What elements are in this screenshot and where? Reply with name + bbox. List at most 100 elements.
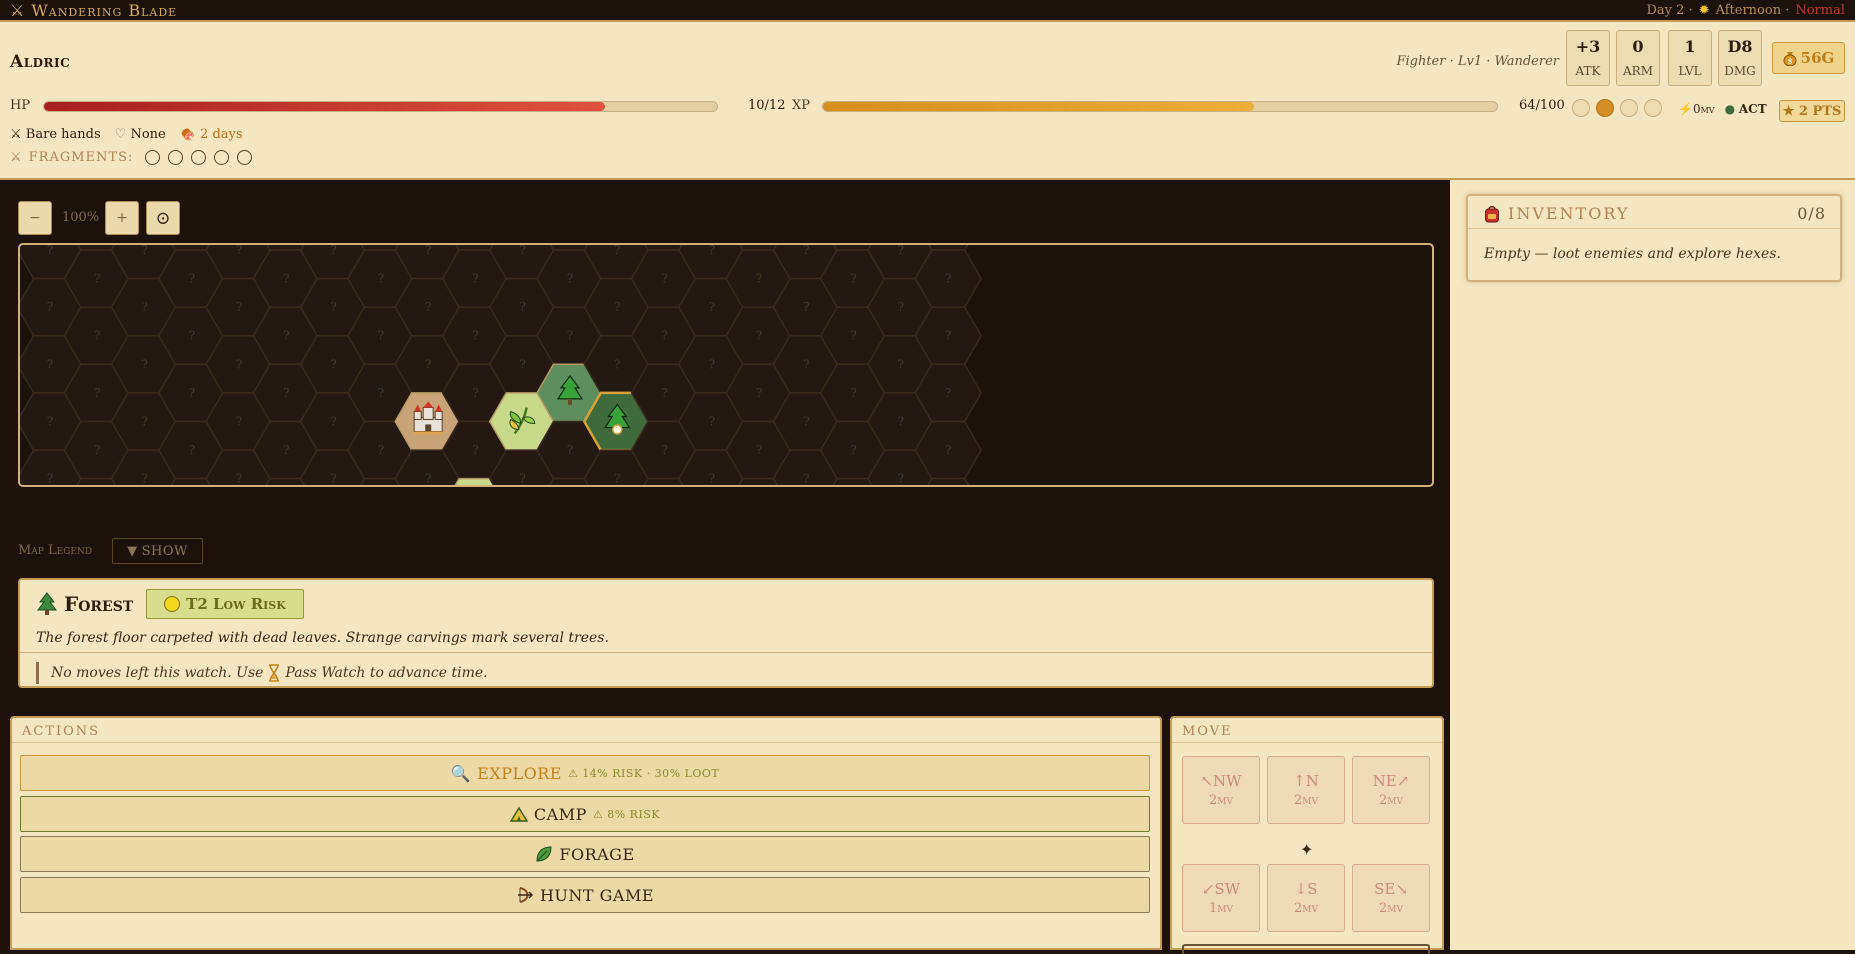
move-se-button[interactable]: SE↘ 2mv bbox=[1352, 864, 1430, 932]
unknown-hex-marker: ? bbox=[945, 386, 951, 400]
unknown-hex-marker: ? bbox=[850, 443, 856, 457]
unknown-hex-marker: ? bbox=[94, 329, 100, 343]
svg-text:$: $ bbox=[1787, 57, 1792, 66]
unknown-hex-marker: ? bbox=[378, 272, 384, 286]
watch-dot bbox=[1620, 99, 1638, 117]
unknown-hex-marker: ? bbox=[141, 414, 147, 428]
unknown-hex-marker: ? bbox=[330, 414, 336, 428]
character-panel: Aldric Fighter · Lv1 · Wanderer +3 ATK 0… bbox=[0, 20, 1855, 180]
stat-arm: 0 ARM bbox=[1616, 30, 1660, 86]
unknown-hex-marker: ? bbox=[567, 443, 573, 457]
watch-dot bbox=[1644, 99, 1662, 117]
move-sw-button[interactable]: ↙SW 1mv bbox=[1182, 864, 1260, 932]
unknown-hex-marker: ? bbox=[236, 300, 242, 314]
mv-counter: ⚡0mv bbox=[1678, 102, 1715, 116]
unknown-hex-marker: ? bbox=[283, 272, 289, 286]
unknown-hex-marker: ? bbox=[472, 443, 478, 457]
leaf-icon bbox=[536, 846, 552, 862]
camp-button[interactable]: CAMP ⚠ 8% RISK bbox=[20, 796, 1150, 832]
unknown-hex-marker: ? bbox=[330, 245, 336, 257]
map-area: − 100% + ⊙ ?????????????????????????????… bbox=[0, 180, 1450, 954]
zoom-out-button[interactable]: − bbox=[18, 201, 52, 235]
move-s-button[interactable]: ↓S 2mv bbox=[1267, 864, 1345, 932]
hp-value: 10/12 bbox=[748, 98, 786, 113]
shield-icon: ♡ bbox=[114, 127, 127, 142]
pass-watch-button[interactable] bbox=[1182, 944, 1430, 954]
unknown-hex-marker: ? bbox=[567, 272, 573, 286]
unknown-hex-marker: ? bbox=[236, 414, 242, 428]
unknown-hex-marker: ? bbox=[850, 386, 856, 400]
tent-icon bbox=[509, 806, 528, 822]
unknown-hex-marker: ? bbox=[472, 272, 478, 286]
triangle-down-icon: ▼ bbox=[127, 543, 138, 559]
magnifier-icon: 🔍 bbox=[450, 763, 472, 783]
unknown-hex-marker: ? bbox=[898, 472, 904, 485]
move-n-button[interactable]: ↑N 2mv bbox=[1267, 756, 1345, 824]
unknown-hex-marker: ? bbox=[378, 329, 384, 343]
unknown-hex-marker: ? bbox=[945, 329, 951, 343]
fragment-slot bbox=[237, 150, 253, 165]
unknown-hex-marker: ? bbox=[189, 272, 195, 286]
watch-dot bbox=[1596, 99, 1614, 117]
watch-note: No moves left this watch. Use Pass Watch… bbox=[36, 662, 488, 684]
fragments-row: ⚔ FRAGMENTS: bbox=[10, 150, 253, 165]
stat-lvl: 1 LVL bbox=[1668, 30, 1712, 86]
inventory-panel: INVENTORY 0/8 Empty — loot enemies and e… bbox=[1466, 194, 1842, 282]
unknown-hex-marker: ? bbox=[709, 357, 715, 371]
unknown-hex-marker: ? bbox=[425, 357, 431, 371]
unknown-hex-marker: ? bbox=[425, 245, 431, 257]
unknown-hex-marker: ? bbox=[520, 300, 526, 314]
move-nw-button[interactable]: ↖NW 2mv bbox=[1182, 756, 1260, 824]
sun-icon: ✹ bbox=[1698, 2, 1710, 18]
zoom-in-button[interactable]: + bbox=[105, 201, 139, 235]
unknown-hex-marker: ? bbox=[47, 414, 53, 428]
hp-bar bbox=[43, 101, 718, 112]
unknown-hex-marker: ? bbox=[898, 357, 904, 371]
unknown-hex-marker: ? bbox=[756, 329, 762, 343]
hex-map[interactable]: ????????????????????????????????????????… bbox=[18, 243, 1434, 487]
xp-label: XP bbox=[792, 98, 811, 113]
unknown-hex-marker: ? bbox=[94, 386, 100, 400]
unknown-hex-marker: ? bbox=[330, 300, 336, 314]
move-panel: MOVE ↖NW 2mv ↑N 2mv NE↗ 2mv ✦ ↙SW 1mv ↓S 2mv … bbox=[1170, 716, 1444, 954]
unknown-hex-marker: ? bbox=[47, 245, 53, 257]
stat-atk: +3 ATK bbox=[1566, 30, 1610, 86]
map-legend-label: Map Legend bbox=[18, 543, 93, 558]
unknown-hex-marker: ? bbox=[614, 245, 620, 257]
watch-dot bbox=[1572, 99, 1590, 117]
forage-button[interactable]: FORAGE bbox=[20, 836, 1150, 872]
actions-panel: ACTIONS 🔍 EXPLORE ⚠ 14% RISK · 30% LOOT … bbox=[10, 716, 1162, 950]
unknown-hex-marker: ? bbox=[47, 357, 53, 371]
player-marker bbox=[612, 424, 623, 435]
unknown-hex-marker: ? bbox=[803, 472, 809, 485]
explore-button[interactable]: 🔍 EXPLORE ⚠ 14% RISK · 30% LOOT bbox=[20, 755, 1150, 791]
unknown-hex-marker: ? bbox=[803, 357, 809, 371]
title-bar: ⚔ Wandering Blade Day 2 · ✹ Afternoon · … bbox=[0, 0, 1855, 20]
skill-points-button[interactable]: ★ 2 PTS bbox=[1779, 100, 1845, 122]
unknown-hex-marker: ? bbox=[283, 386, 289, 400]
unknown-hex-marker: ? bbox=[803, 414, 809, 428]
unknown-hex-marker: ? bbox=[378, 443, 384, 457]
unknown-hex-marker: ? bbox=[94, 272, 100, 286]
actions-header: ACTIONS bbox=[22, 724, 101, 739]
unknown-hex-marker: ? bbox=[709, 414, 715, 428]
unknown-hex-marker: ? bbox=[472, 386, 478, 400]
hex-grid[interactable]: ????????????????????????????????????????… bbox=[20, 245, 1432, 485]
bow-icon bbox=[517, 887, 534, 903]
gold-counter: $ 56G bbox=[1772, 42, 1845, 74]
weapon-slot: ⚔ Bare hands bbox=[10, 127, 101, 142]
fragment-sword-icon: ⚔ bbox=[10, 150, 23, 165]
unknown-hex-marker: ? bbox=[614, 300, 620, 314]
unknown-hex-marker: ? bbox=[141, 245, 147, 257]
stat-dmg: D8 DMG bbox=[1718, 30, 1762, 86]
unknown-hex-marker: ? bbox=[661, 329, 667, 343]
center-map-button[interactable]: ⊙ bbox=[146, 201, 180, 235]
unknown-hex-marker: ? bbox=[425, 472, 431, 485]
move-ne-button[interactable]: NE↗ 2mv bbox=[1352, 756, 1430, 824]
fragment-slot bbox=[214, 150, 230, 165]
legend-toggle-button[interactable]: ▼ SHOW bbox=[112, 538, 203, 564]
unknown-hex-marker: ? bbox=[94, 443, 100, 457]
hunt-game-button[interactable]: HUNT GAME bbox=[20, 877, 1150, 913]
difficulty-label: Normal bbox=[1795, 2, 1845, 18]
unknown-hex-marker: ? bbox=[614, 357, 620, 371]
